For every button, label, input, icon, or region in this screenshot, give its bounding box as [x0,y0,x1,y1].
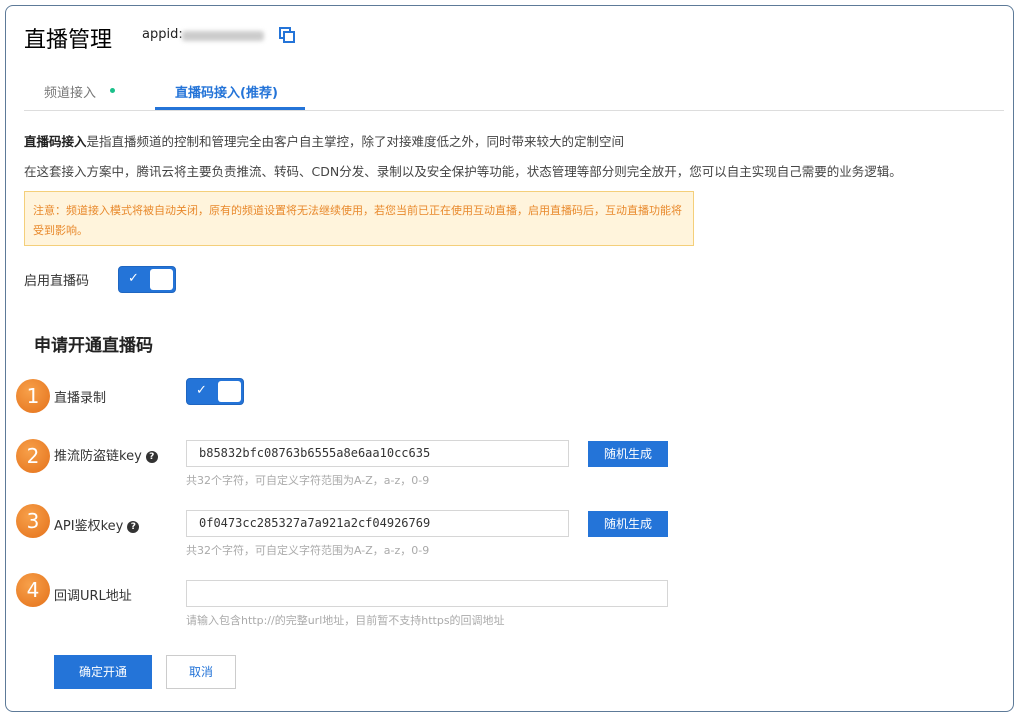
api-key-hint: 共32个字符，可自定义字符范围为A-Z，a-z，0-9 [186,544,430,557]
callback-url-hint: 请输入包含http://的完整url地址，目前暂不支持https的回调地址 [186,614,505,627]
push-key-hint: 共32个字符，可自定义字符范围为A-Z，a-z，0-9 [186,474,430,487]
help-icon[interactable]: ? [127,521,140,533]
push-key-input[interactable]: b85832bfc08763b6555a8e6aa10cc635 [186,440,569,467]
tab-channel-access[interactable]: 频道接入 [44,82,96,101]
api-key-label: API鉴权key? [54,515,140,534]
intro-text: 是指直播频道的控制和管理完全由客户自主掌控，除了对接难度低之外，同时带来较大的定… [86,134,625,149]
api-key-input[interactable]: 0f0473cc285327a7a921a2cf04926769 [186,510,569,537]
appid-value-redacted [182,31,264,41]
status-dot [110,88,115,93]
generate-push-key-button[interactable]: 随机生成 [588,441,668,467]
help-icon[interactable]: ? [145,451,158,463]
callback-url-input[interactable] [186,580,668,607]
api-key-label-text: API鉴权key [54,519,124,534]
enable-toggle[interactable]: ✓ [118,266,176,293]
tab-live-code-access[interactable]: 直播码接入(推荐) [175,82,278,101]
cancel-button[interactable]: 取消 [166,655,236,689]
page-title: 直播管理 [24,28,113,53]
intro-bold: 直播码接入 [24,134,87,149]
recording-toggle[interactable]: ✓ [186,378,244,405]
callback-url-label: 回调URL地址 [54,589,132,604]
confirm-button[interactable]: 确定开通 [54,655,152,689]
intro-line-1: 直播码接入是指直播频道的控制和管理完全由客户自主掌控，除了对接难度低之外，同时带… [24,131,624,150]
toggle-knob [218,381,241,402]
step-badge-2: 2 [16,439,50,473]
tab-divider [24,110,1004,111]
check-icon: ✓ [128,271,139,286]
enable-label: 启用直播码 [24,274,90,289]
section-title: 申请开通直播码 [34,336,153,356]
toggle-knob [150,269,173,290]
step-badge-4: 4 [16,573,50,607]
check-icon: ✓ [196,383,207,398]
step-badge-3: 3 [16,504,50,538]
recording-label: 直播录制 [54,391,107,406]
step-badge-1: 1 [16,379,50,413]
appid-label: appid: [142,27,183,42]
generate-api-key-button[interactable]: 随机生成 [588,511,668,537]
push-key-label: 推流防盗链key? [54,445,158,464]
copy-icon[interactable] [279,27,295,43]
intro-line-2: 在这套接入方案中，腾讯云将主要负责推流、转码、CDN分发、录制以及安全保护等功能… [24,164,902,179]
push-key-label-text: 推流防盗链key [54,449,142,464]
warning-box: 注意：频道接入模式将被自动关闭，原有的频道设置将无法继续使用，若您当前已正在使用… [24,191,694,246]
